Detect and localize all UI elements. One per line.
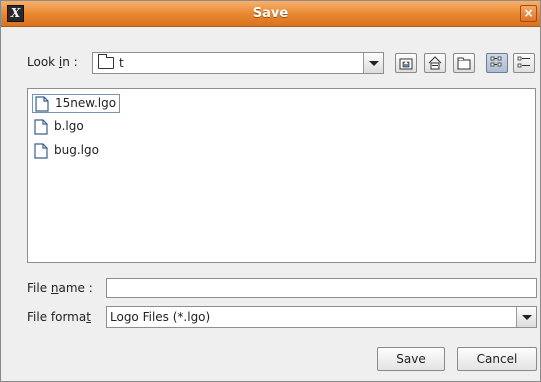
file-name: b.lgo — [54, 119, 84, 133]
window-title: Save — [252, 6, 289, 21]
document-icon — [34, 119, 48, 135]
home-button[interactable] — [424, 53, 446, 73]
file-name: bug.lgo — [54, 143, 99, 157]
details-view-button[interactable] — [513, 53, 535, 73]
new-folder-button[interactable] — [453, 53, 475, 73]
close-icon: × — [523, 6, 534, 20]
file-item[interactable]: b.lgo — [32, 118, 87, 137]
file-name: 15new.lgo — [55, 96, 117, 110]
save-dialog: X Save × Look in : t 15new.lgo b.lgo bug… — [0, 0, 541, 382]
file-name-label: File name : — [27, 281, 93, 295]
file-format-label: File format — [27, 310, 91, 324]
file-item[interactable]: 15new.lgo — [32, 94, 121, 113]
list-view-icon — [490, 56, 502, 67]
file-format-value: Logo Files (*.lgo) — [110, 310, 211, 324]
save-button[interactable]: Save — [377, 347, 445, 371]
details-view-icon — [517, 56, 530, 68]
file-item[interactable]: bug.lgo — [32, 142, 102, 161]
document-icon — [34, 143, 48, 159]
title-bar[interactable]: X Save × — [1, 1, 540, 27]
folder-icon — [98, 54, 114, 69]
look-in-combo[interactable]: t — [92, 52, 384, 74]
look-in-label: Look in : — [27, 55, 78, 69]
up-folder-icon — [399, 58, 413, 70]
cancel-button[interactable]: Cancel — [457, 347, 537, 371]
list-view-button[interactable] — [486, 53, 508, 73]
file-name-input[interactable] — [106, 278, 537, 298]
chevron-down-icon[interactable] — [516, 307, 536, 327]
file-list[interactable]: 15new.lgo b.lgo bug.lgo — [27, 88, 536, 263]
file-format-combo[interactable]: Logo Files (*.lgo) — [106, 306, 537, 328]
new-folder-icon — [457, 57, 471, 70]
home-icon — [428, 56, 442, 70]
up-one-level-button[interactable] — [395, 53, 417, 73]
close-button[interactable]: × — [520, 5, 537, 22]
document-icon — [35, 96, 49, 112]
look-in-value: t — [119, 56, 124, 70]
chevron-down-icon[interactable] — [363, 53, 383, 73]
